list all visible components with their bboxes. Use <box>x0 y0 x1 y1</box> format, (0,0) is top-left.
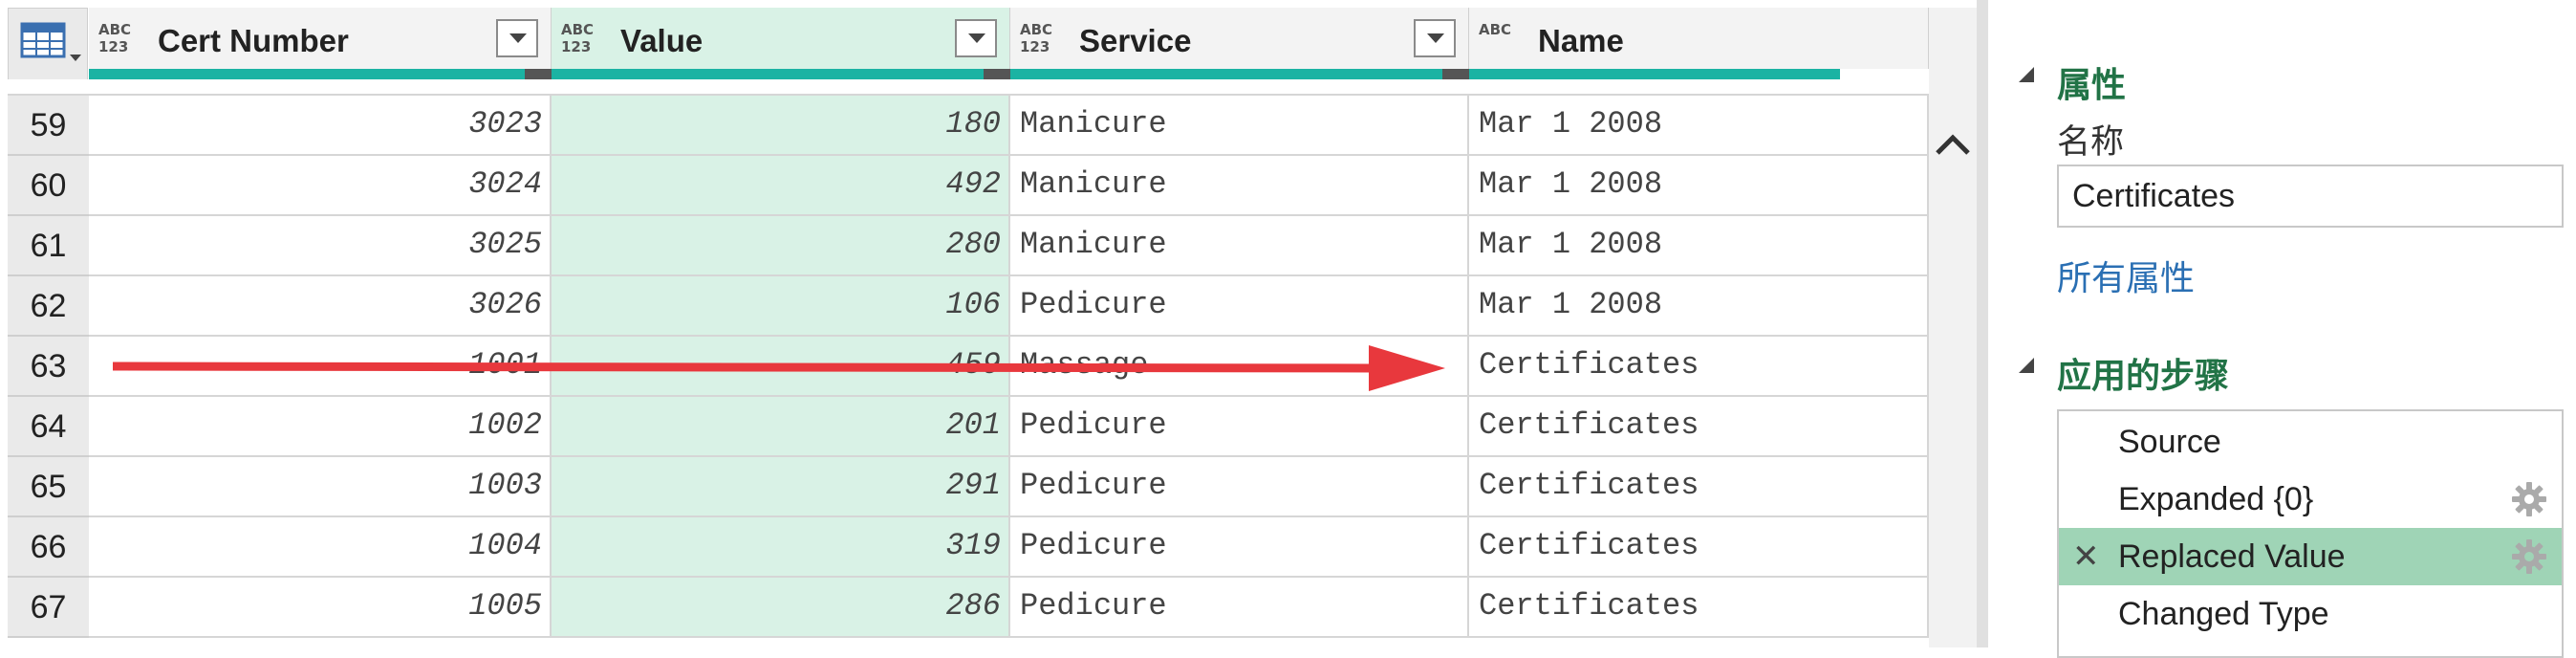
step-label: Replaced Value <box>2118 538 2346 575</box>
pane-divider[interactable] <box>1977 0 1988 647</box>
applied-step-source[interactable]: Source <box>2059 413 2562 471</box>
query-name-input[interactable]: Certificates <box>2057 164 2564 228</box>
properties-heading: 属性 <box>2057 65 2127 104</box>
delete-step-icon[interactable]: ✕ <box>2072 528 2100 585</box>
step-settings-gear-icon[interactable] <box>2510 537 2548 576</box>
step-settings-gear-icon[interactable] <box>2510 480 2548 518</box>
collapse-properties-icon[interactable] <box>2019 67 2034 82</box>
collapse-steps-icon[interactable] <box>2019 358 2034 373</box>
step-label: Changed Type <box>2118 596 2329 632</box>
step-label: Expanded {0} <box>2118 481 2314 517</box>
applied-steps-heading: 应用的步骤 <box>2057 356 2230 395</box>
step-label: Source <box>2118 424 2221 460</box>
applied-steps-list: Source Expanded {0} ✕ Replaced Value Changed… <box>2057 409 2564 658</box>
chevron-up-icon[interactable] <box>1929 126 1977 164</box>
vertical-scrollbar[interactable] <box>1929 8 1977 647</box>
all-properties-link[interactable]: 所有属性 <box>2057 251 2195 300</box>
name-label: 名称 <box>2057 123 2125 161</box>
applied-step-expanded-0[interactable]: Expanded {0} <box>2059 471 2562 528</box>
annotation-arrow-head <box>1369 345 1445 391</box>
applied-step-changed-type[interactable]: Changed Type <box>2059 585 2562 643</box>
data-grid: ABC 123 Cert Number ABC 123 Value ABC 123 Servic… <box>0 0 1929 647</box>
annotation-arrow <box>112 345 1445 391</box>
annotation-arrow-shaft <box>112 362 1377 373</box>
query-settings-pane: 属性 名称 Certificates 所有属性 应用的步骤 Source Expa… <box>1988 0 2576 658</box>
applied-step-replaced-value[interactable]: ✕ Replaced Value <box>2059 528 2562 585</box>
